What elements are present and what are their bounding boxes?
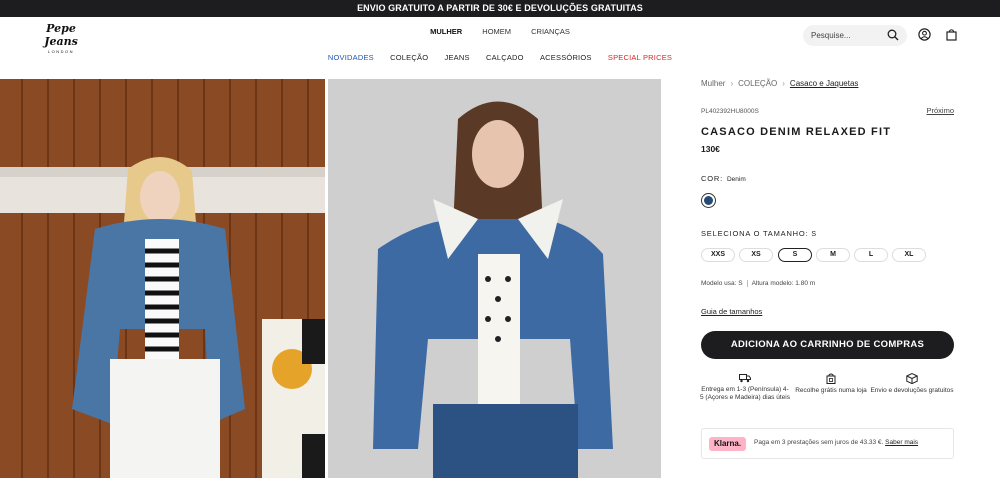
benefits: Entrega em 1-3 (Península) 4-5 (Açores e… bbox=[700, 373, 957, 413]
nav-jeans[interactable]: JEANS bbox=[445, 53, 470, 62]
nav-special-prices[interactable]: SPECIAL PRICES bbox=[608, 53, 672, 62]
breadcrumb: Mulher › COLEÇÃO › Casaco e Jaquetas bbox=[701, 79, 954, 88]
klarna-logo: Klarna. bbox=[709, 437, 746, 451]
product-title: CASACO DENIM RELAXED FIT bbox=[701, 126, 892, 138]
size-guide-link[interactable]: Guia de tamanhos bbox=[701, 307, 762, 316]
nav-colecao[interactable]: COLEÇÃO bbox=[390, 53, 428, 62]
breadcrumb-separator: › bbox=[730, 79, 734, 88]
gender-tab-criancas[interactable]: CRIANÇAS bbox=[531, 27, 570, 36]
gender-tab-mulher[interactable]: MULHER bbox=[430, 27, 462, 36]
model-size: Modelo usa: S bbox=[701, 280, 743, 288]
size-value: S bbox=[811, 231, 817, 238]
store-bag-icon bbox=[826, 373, 836, 384]
color-swatch-denim[interactable] bbox=[701, 193, 716, 208]
breadcrumb-mulher[interactable]: Mulher bbox=[701, 79, 725, 88]
model-height: Altura modelo: 1.80 m bbox=[751, 280, 816, 288]
add-to-cart-button[interactable]: ADICIONA AO CARRINHO DE COMPRAS bbox=[701, 331, 954, 359]
box-icon bbox=[906, 373, 918, 384]
benefit-returns: Envio e devoluções gratuitos bbox=[867, 373, 957, 395]
size-label-text: SELECIONA O TAMANHO: bbox=[701, 229, 809, 238]
gender-tab-homem[interactable]: HOMEM bbox=[482, 27, 511, 36]
search-placeholder: Pesquise... bbox=[811, 31, 851, 40]
size-option-xxs[interactable]: XXS bbox=[701, 248, 735, 262]
shopping-bag-icon[interactable] bbox=[945, 28, 958, 41]
product-sku: PL402392HU8000S bbox=[701, 108, 759, 115]
breadcrumb-casaco-jaquetas[interactable]: Casaco e Jaquetas bbox=[790, 79, 859, 88]
size-option-xl[interactable]: XL bbox=[892, 248, 926, 262]
product-details: Mulher › COLEÇÃO › Casaco e Jaquetas PL40239… bbox=[700, 79, 954, 459]
category-nav: NOVIDADES COLEÇÃO JEANS CALÇADO ACESSÓRI… bbox=[0, 53, 1000, 62]
size-option-s[interactable]: S bbox=[778, 248, 812, 262]
nav-novidades[interactable]: NOVIDADES bbox=[328, 53, 374, 62]
truck-icon bbox=[739, 374, 751, 383]
divider bbox=[746, 280, 748, 287]
size-option-xs[interactable]: XS bbox=[739, 248, 773, 262]
breadcrumb-separator: › bbox=[782, 79, 785, 88]
klarna-message-text: Paga em 3 prestações sem juros de 43.33 … bbox=[754, 439, 884, 446]
product-price: 130€ bbox=[701, 144, 720, 154]
size-option-l[interactable]: L bbox=[854, 248, 888, 262]
breadcrumb-colecao[interactable]: COLEÇÃO bbox=[738, 79, 777, 88]
color-label-text: COR: bbox=[701, 174, 723, 183]
site-header: Pepe Jeans LONDON MULHER HOMEM CRIANÇAS … bbox=[0, 17, 1000, 70]
next-product-link[interactable]: Próximo bbox=[926, 106, 954, 115]
search-input[interactable]: Pesquise... bbox=[803, 25, 907, 46]
search-icon[interactable] bbox=[887, 29, 899, 41]
product-image-2[interactable] bbox=[328, 79, 661, 478]
benefit-returns-text: Envio e devoluções gratuitos bbox=[870, 387, 954, 394]
color-value: Denim bbox=[726, 176, 746, 183]
klarna-learn-more-link[interactable]: Saber mais bbox=[885, 439, 918, 446]
color-swatch-fill bbox=[704, 196, 713, 205]
benefit-pickup: Recolhe grátis numa loja bbox=[786, 373, 876, 395]
model-info: Modelo usa: S Altura modelo: 1.80 m bbox=[701, 280, 815, 287]
benefit-delivery: Entrega em 1-3 (Península) 4-5 (Açores e… bbox=[700, 373, 790, 402]
benefit-pickup-text: Recolhe grátis numa loja bbox=[795, 387, 867, 394]
benefit-delivery-text: Entrega em 1-3 (Península) 4-5 (Açores e… bbox=[700, 386, 790, 401]
size-option-m[interactable]: M bbox=[816, 248, 850, 262]
nav-acessorios[interactable]: ACESSÓRIOS bbox=[540, 53, 592, 62]
klarna-banner: Klarna. Paga em 3 prestações sem juros d… bbox=[701, 428, 954, 459]
klarna-message: Paga em 3 prestações sem juros de 43.33 … bbox=[754, 439, 918, 446]
promo-banner: ENVIO GRATUITO A PARTIR DE 30€ E DEVOLUÇ… bbox=[0, 0, 1000, 17]
product-image-1[interactable] bbox=[0, 79, 325, 478]
size-label: SELECIONA O TAMANHO: S bbox=[701, 229, 816, 238]
color-label: COR: Denim bbox=[701, 174, 746, 183]
nav-calcado[interactable]: CALÇADO bbox=[486, 53, 524, 62]
user-icon[interactable] bbox=[918, 28, 931, 41]
